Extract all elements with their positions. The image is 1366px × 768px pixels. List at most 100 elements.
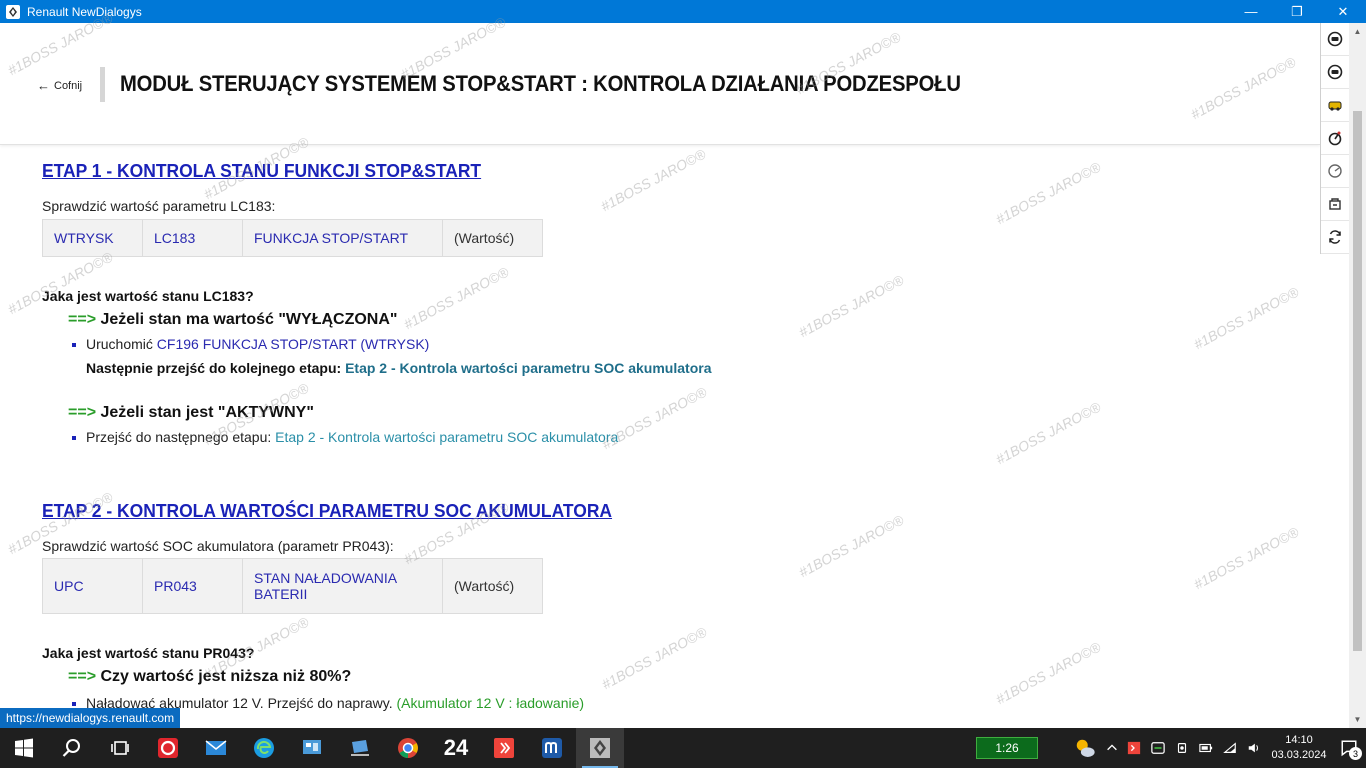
device-icon bbox=[1327, 64, 1343, 80]
tool-car[interactable] bbox=[1321, 89, 1349, 122]
mail-icon bbox=[205, 740, 227, 755]
main-content: ETAP 1 - KONTROLA STANU FUNKCJI STOP&STA… bbox=[0, 146, 1320, 728]
m-app-icon bbox=[542, 738, 562, 758]
stage1-question: Jaka jest wartość stanu LC183? bbox=[42, 288, 254, 304]
stage2-check-text: Sprawdzić wartość SOC akumulatora (param… bbox=[42, 538, 394, 554]
tray-usb[interactable] bbox=[1170, 728, 1194, 768]
list-item: Uruchomić CF196 FUNKCJA STOP/START (WTRY… bbox=[72, 336, 429, 352]
table-cell: FUNKCJA STOP/START bbox=[242, 219, 443, 257]
arrow-left-icon: ← bbox=[37, 78, 50, 93]
tray-anydesk[interactable] bbox=[1122, 728, 1146, 768]
edge-icon bbox=[254, 738, 274, 758]
tray-volume[interactable] bbox=[1242, 728, 1266, 768]
stage1-condition-2: ==> Jeżeli stan jest "AKTYWNY" bbox=[68, 404, 314, 421]
notification-badge: 3 bbox=[1349, 747, 1362, 760]
start-button[interactable] bbox=[0, 728, 48, 768]
car-warning-icon bbox=[1328, 101, 1342, 111]
taskbar-app-opera[interactable] bbox=[144, 728, 192, 768]
table-cell: (Wartość) bbox=[442, 219, 543, 257]
gauge-icon bbox=[1328, 164, 1342, 178]
page-title: MODUŁ STERUJĄCY SYSTEMEM STOP&START : KO… bbox=[120, 71, 961, 96]
list-item: Przejść do następnego etapu: Etap 2 - Ko… bbox=[72, 429, 618, 445]
app-tray-icon bbox=[1151, 742, 1165, 754]
stage1-title[interactable]: ETAP 1 - KONTROLA STANU FUNKCJI STOP&STA… bbox=[42, 161, 481, 182]
title-bar: Renault NewDialogys — ❐ ✕ bbox=[0, 0, 1366, 23]
battery-charging-link[interactable]: (Akumulator 12 V : ładowanie) bbox=[397, 695, 585, 711]
bullet-icon bbox=[72, 343, 76, 347]
status-url: https://newdialogys.renault.com bbox=[0, 708, 181, 728]
tool-device-1[interactable] bbox=[1321, 23, 1349, 56]
tray-overflow-button[interactable] bbox=[1102, 728, 1122, 768]
weather-icon bbox=[1076, 739, 1095, 757]
table-cell: LC183 bbox=[142, 219, 243, 257]
wifi-icon bbox=[1223, 742, 1236, 753]
stage2-title[interactable]: ETAP 2 - KONTROLA WARTOŚCI PARAMETRU SOC… bbox=[42, 501, 612, 522]
side-toolbar bbox=[1320, 23, 1349, 254]
scroll-thumb[interactable] bbox=[1353, 111, 1362, 651]
stage1-param-table: WTRYSK LC183 FUNKCJA STOP/START (Wartość… bbox=[42, 219, 543, 257]
scroll-down-icon[interactable]: ▼ bbox=[1349, 711, 1366, 728]
window-title: Renault NewDialogys bbox=[27, 4, 142, 19]
tray-battery[interactable] bbox=[1194, 728, 1218, 768]
taskbar-app-control-panel[interactable] bbox=[288, 728, 336, 768]
table-cell: PR043 bbox=[142, 558, 243, 614]
refresh-icon bbox=[1329, 230, 1341, 244]
table-cell: UPC bbox=[42, 558, 143, 614]
minimize-button[interactable]: — bbox=[1228, 0, 1274, 23]
engine-icon bbox=[1329, 198, 1341, 210]
device-icon bbox=[1327, 31, 1343, 47]
table-cell: STAN NAŁADOWANIA BATERII bbox=[242, 558, 443, 614]
close-button[interactable]: ✕ bbox=[1320, 0, 1366, 23]
taskbar: 24 1:26 14:10 03.03.2024 3 bbox=[0, 728, 1366, 768]
taskbar-app-m[interactable] bbox=[528, 728, 576, 768]
vertical-scrollbar[interactable]: ▲ ▼ bbox=[1349, 23, 1366, 728]
anydesk-icon bbox=[494, 738, 514, 758]
taskbar-app-mail[interactable] bbox=[192, 728, 240, 768]
renault-logo-icon bbox=[6, 4, 20, 19]
task-view-button[interactable] bbox=[96, 728, 144, 768]
tray-app[interactable] bbox=[1146, 728, 1170, 768]
tray-wifi[interactable] bbox=[1218, 728, 1242, 768]
taskbar-app-24[interactable]: 24 bbox=[432, 728, 480, 768]
maximize-button[interactable]: ❐ bbox=[1274, 0, 1320, 23]
search-button[interactable] bbox=[48, 728, 96, 768]
battery-icon bbox=[1199, 743, 1213, 753]
scroll-up-icon[interactable]: ▲ bbox=[1349, 23, 1366, 40]
stage2-link[interactable]: Etap 2 - Kontrola wartości parametru SOC… bbox=[275, 429, 618, 445]
page-header: ← Cofnij MODUŁ STERUJĄCY SYSTEMEM STOP&S… bbox=[0, 23, 1320, 145]
bullet-icon bbox=[72, 702, 76, 706]
tool-gauge[interactable] bbox=[1321, 155, 1349, 188]
taskbar-app-chrome[interactable] bbox=[384, 728, 432, 768]
laptop-icon bbox=[351, 740, 369, 756]
tool-diagnostic[interactable] bbox=[1321, 122, 1349, 155]
stage1-next-step: Następnie przejść do kolejnego etapu: Et… bbox=[86, 360, 712, 376]
taskbar-app-anydesk[interactable] bbox=[480, 728, 528, 768]
notification-center-button[interactable]: 3 bbox=[1332, 728, 1366, 768]
tool-refresh[interactable] bbox=[1321, 221, 1349, 254]
taskbar-app-tool[interactable] bbox=[336, 728, 384, 768]
table-cell: (Wartość) bbox=[442, 558, 543, 614]
clock[interactable]: 14:10 03.03.2024 bbox=[1266, 733, 1332, 763]
anydesk-icon bbox=[1127, 741, 1141, 755]
opera-icon bbox=[158, 738, 178, 758]
cf196-link[interactable]: CF196 FUNKCJA STOP/START (WTRYSK) bbox=[157, 336, 430, 352]
stage2-question: Jaka jest wartość stanu PR043? bbox=[42, 645, 255, 661]
weather-button[interactable] bbox=[1068, 728, 1102, 768]
clock-time: 14:10 bbox=[1285, 734, 1313, 746]
volume-icon bbox=[1248, 743, 1259, 753]
task-view-icon bbox=[111, 741, 129, 755]
taskbar-app-renault[interactable] bbox=[576, 728, 624, 768]
tool-device-2[interactable] bbox=[1321, 56, 1349, 89]
battery-widget[interactable]: 1:26 bbox=[976, 737, 1038, 759]
stage2-link-bold[interactable]: Etap 2 - Kontrola wartości parametru SOC… bbox=[345, 360, 711, 376]
stage1-condition-1: ==> Jeżeli stan ma wartość "WYŁĄCZONA" bbox=[68, 311, 398, 328]
taskbar-app-edge[interactable] bbox=[240, 728, 288, 768]
control-panel-icon bbox=[303, 740, 321, 754]
back-label: Cofnij bbox=[54, 79, 83, 92]
header-divider bbox=[100, 67, 105, 102]
bullet-icon bbox=[72, 436, 76, 440]
back-button[interactable]: ← Cofnij bbox=[37, 78, 82, 93]
search-icon bbox=[62, 739, 80, 757]
windows-icon bbox=[15, 738, 33, 758]
tool-engine[interactable] bbox=[1321, 188, 1349, 221]
